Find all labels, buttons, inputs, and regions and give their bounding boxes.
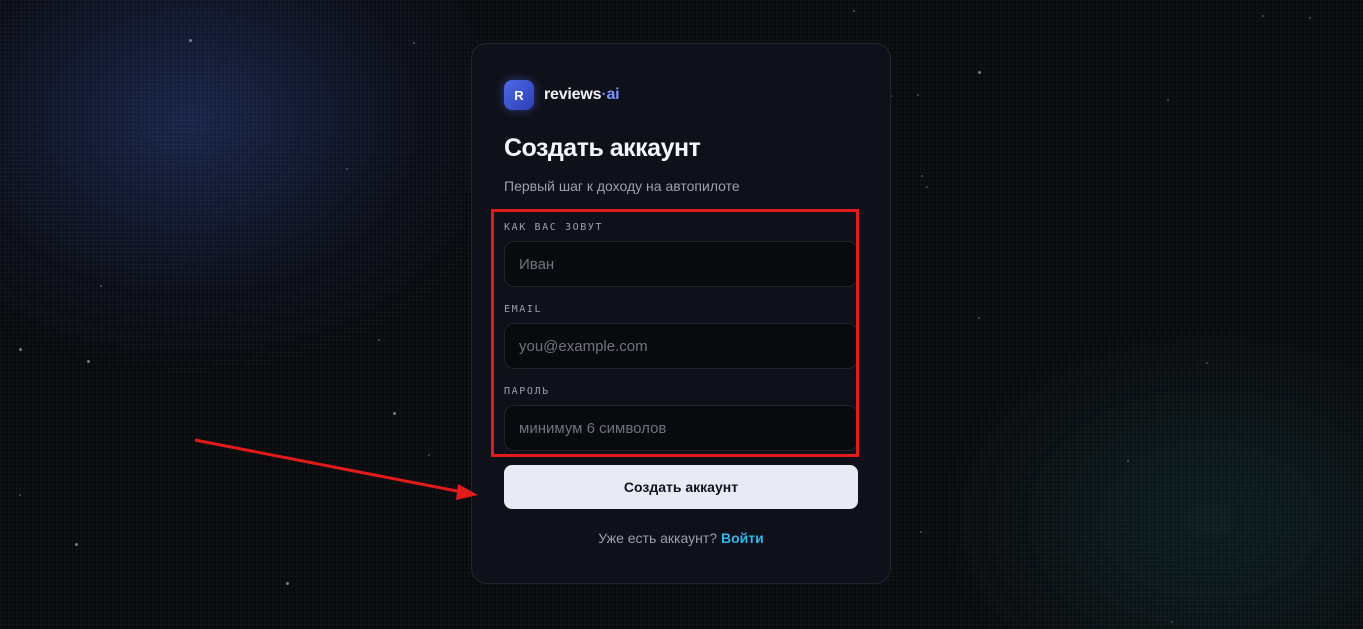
password-field-label: ПАРОЛЬ [504, 386, 550, 397]
brand-name-suffix: ai [606, 86, 620, 103]
brand-badge-icon: R [504, 80, 534, 110]
signup-card: R reviews·ai Создать аккаунт Первый шаг … [471, 43, 891, 584]
login-link[interactable]: Войти [721, 530, 764, 546]
name-field-label: КАК ВАС ЗОВУТ [504, 222, 604, 233]
brand-name-main: reviews [544, 86, 602, 103]
brand-badge-letter: R [514, 87, 524, 103]
email-input[interactable] [504, 323, 858, 369]
brand-name: reviews·ai [544, 86, 620, 104]
login-prompt: Уже есть аккаунт? Войти [472, 530, 890, 546]
page-title: Создать аккаунт [504, 134, 701, 162]
login-prompt-text: Уже есть аккаунт? [598, 530, 718, 546]
brand-logo: R reviews·ai [504, 80, 620, 110]
create-account-button[interactable]: Создать аккаунт [504, 465, 858, 509]
page-subtitle: Первый шаг к доходу на автопилоте [504, 178, 740, 194]
annotation-arrow-shaft [194, 438, 463, 494]
email-field-label: EMAIL [504, 304, 543, 315]
password-input[interactable] [504, 405, 858, 451]
name-input[interactable] [504, 241, 858, 287]
